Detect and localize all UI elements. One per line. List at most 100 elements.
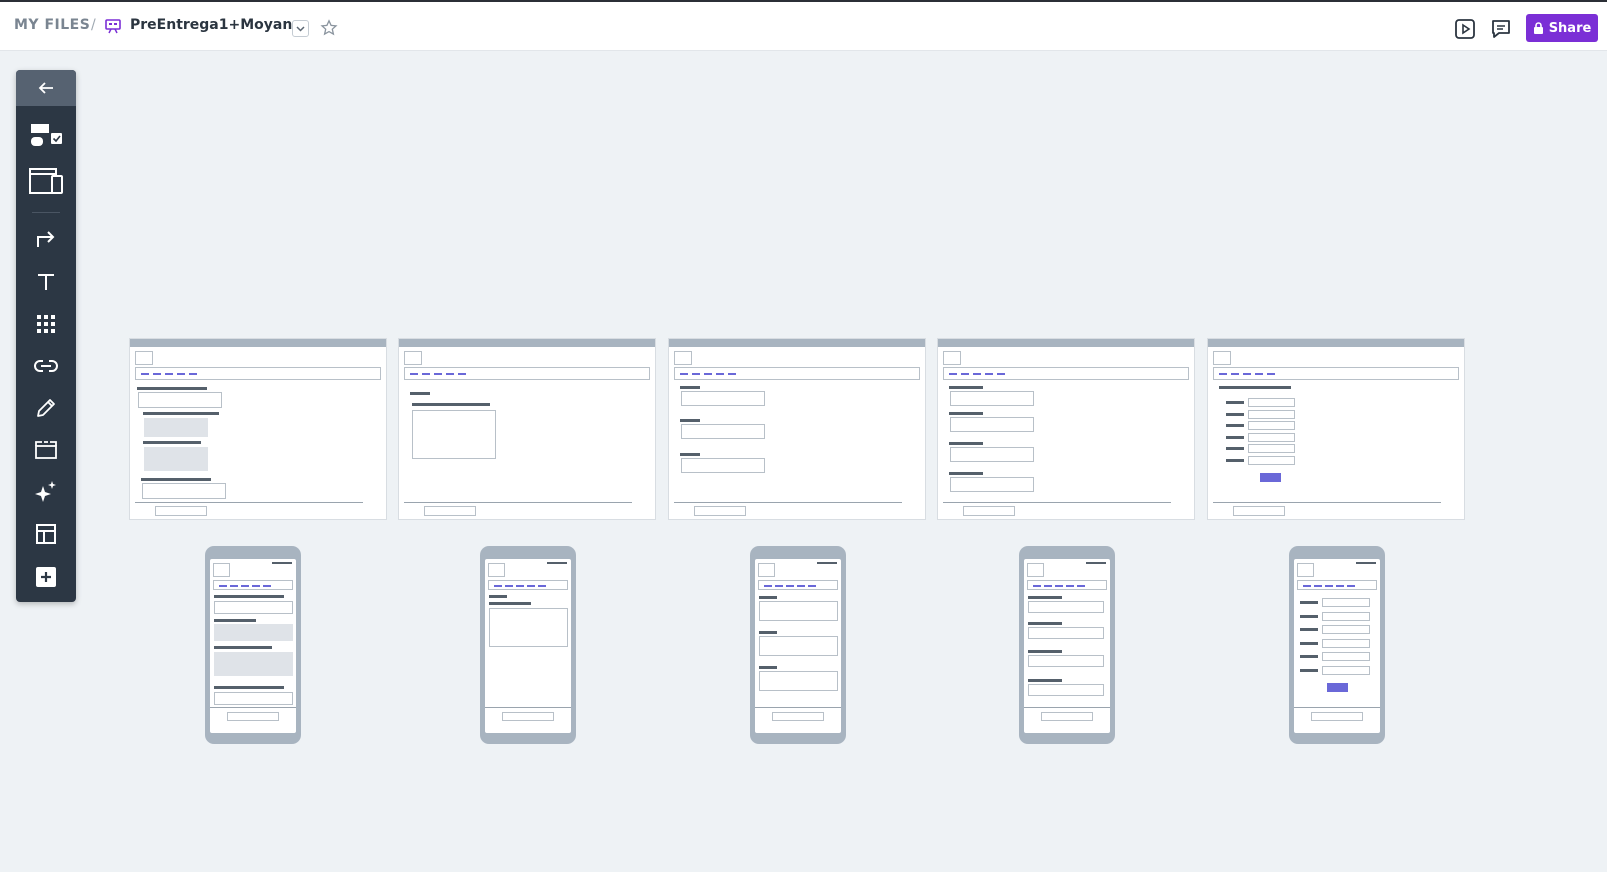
wireframe-input — [1322, 598, 1370, 607]
phone-screen — [485, 559, 571, 733]
wireframe-nav-link — [422, 373, 430, 375]
present-play-icon[interactable] — [1454, 18, 1476, 40]
flow-tool[interactable] — [16, 220, 76, 258]
wf-txt — [1226, 435, 1244, 439]
grid-icon — [37, 315, 55, 333]
wireframe-footer-line — [1213, 502, 1441, 503]
wireframe-nav-link — [165, 373, 173, 375]
wireframe-footer — [227, 712, 279, 721]
wireframe-nav-link — [1055, 585, 1063, 587]
wireframe-input — [681, 391, 765, 406]
wireframe-footer-line — [943, 502, 1171, 503]
desktop-frame[interactable] — [668, 338, 926, 520]
layout-tool[interactable] — [16, 515, 76, 553]
wireframe-nav-link — [808, 585, 816, 587]
share-button[interactable]: Share — [1526, 14, 1598, 42]
mobile-frame[interactable] — [1289, 546, 1385, 744]
frame-titlebar — [1208, 339, 1464, 347]
ai-tool[interactable] — [16, 473, 76, 511]
wf-txt — [1300, 601, 1318, 604]
wf-txt — [949, 472, 983, 475]
wf-txt — [1226, 412, 1244, 416]
wf-txt — [214, 595, 284, 598]
plus-square-icon — [36, 567, 56, 587]
desktop-frame[interactable] — [1207, 338, 1465, 520]
document-title[interactable]: PreEntrega1+Moyano — [130, 17, 302, 33]
wireframe-nav — [1213, 367, 1459, 380]
frame-titlebar — [399, 339, 655, 347]
wireframe-input — [681, 424, 765, 439]
wireframe-nav — [1297, 580, 1377, 590]
layout-icon — [36, 524, 56, 544]
wireframe-nav-link — [1231, 373, 1239, 375]
wireframe-logo — [1213, 351, 1231, 365]
wireframe-nav-link — [538, 585, 546, 587]
wireframe-input — [950, 391, 1034, 406]
wireframe-nav-link — [973, 373, 981, 375]
mobile-frame[interactable] — [750, 546, 846, 744]
draw-tool[interactable] — [16, 389, 76, 427]
sparkle-icon — [35, 481, 56, 502]
text-tool[interactable] — [16, 263, 76, 301]
desktop-frame[interactable] — [937, 338, 1195, 520]
wireframe-nav-link — [505, 585, 513, 587]
wireframe-nav-link — [1255, 373, 1263, 375]
link-tool[interactable] — [16, 347, 76, 385]
mobile-frame[interactable] — [205, 546, 301, 744]
grid-tool[interactable] — [16, 305, 76, 343]
desktop-frame[interactable] — [129, 338, 387, 520]
wireframe-nav — [488, 580, 568, 590]
wireframe-project-icon — [105, 19, 121, 34]
wf-txt — [137, 387, 207, 390]
wireframe-footer — [772, 712, 824, 721]
wireframe-nav-link — [230, 585, 238, 587]
wireframe-nav-link — [1243, 373, 1251, 375]
wireframe-footer-line — [755, 707, 841, 708]
flow-arrow-icon — [37, 231, 55, 247]
mobile-frame[interactable] — [480, 546, 576, 744]
wireframe-nav-link — [949, 373, 957, 375]
title-dropdown-button[interactable] — [292, 20, 309, 37]
wireframe-logo — [1027, 563, 1044, 577]
wireframe-logo — [674, 351, 692, 365]
wireframe-logo — [943, 351, 961, 365]
arrow-left-icon — [38, 82, 53, 94]
components-tool[interactable] — [16, 116, 76, 154]
wireframe-nav-link — [153, 373, 161, 375]
wireframe-nav-link — [1077, 585, 1085, 587]
frame-titlebar — [938, 339, 1194, 347]
chevron-down-icon — [296, 26, 305, 32]
wireframe-logo — [135, 351, 153, 365]
mobile-frame[interactable] — [1019, 546, 1115, 744]
wireframe-nav-link — [410, 373, 418, 375]
wireframe-nav-link — [1336, 585, 1344, 587]
link-icon — [34, 360, 58, 372]
wireframe-logo — [213, 563, 230, 577]
wf-txt — [949, 412, 983, 415]
wireframe-footer-line — [210, 707, 296, 708]
section-tool[interactable] — [16, 431, 76, 469]
wireframe-nav-link — [1347, 585, 1355, 587]
wireframe-nav-link — [961, 373, 969, 375]
desktop-frame[interactable] — [398, 338, 656, 520]
wireframe-nav-link — [494, 585, 502, 587]
breadcrumb-my-files[interactable]: MY FILES — [14, 17, 90, 33]
screens-tool[interactable] — [16, 162, 76, 200]
wf-txt — [1300, 668, 1318, 672]
wireframe-logo — [1297, 563, 1314, 577]
breadcrumb-separator: / — [91, 17, 96, 33]
left-toolbar — [16, 70, 76, 602]
wireframe-nav — [758, 580, 838, 590]
wireframe-logo — [758, 563, 775, 577]
back-button[interactable] — [16, 70, 76, 106]
wireframe-nav-link — [1303, 585, 1311, 587]
wireframe-footer — [502, 712, 554, 721]
frame-titlebar — [669, 339, 925, 347]
wireframe-nav — [135, 367, 381, 380]
wireframe-nav-link — [1267, 373, 1275, 375]
comments-icon[interactable] — [1490, 18, 1512, 40]
star-icon[interactable] — [320, 19, 338, 37]
wireframe-footer — [694, 506, 746, 516]
add-tool[interactable] — [16, 558, 76, 596]
wireframe-input — [1028, 601, 1104, 613]
